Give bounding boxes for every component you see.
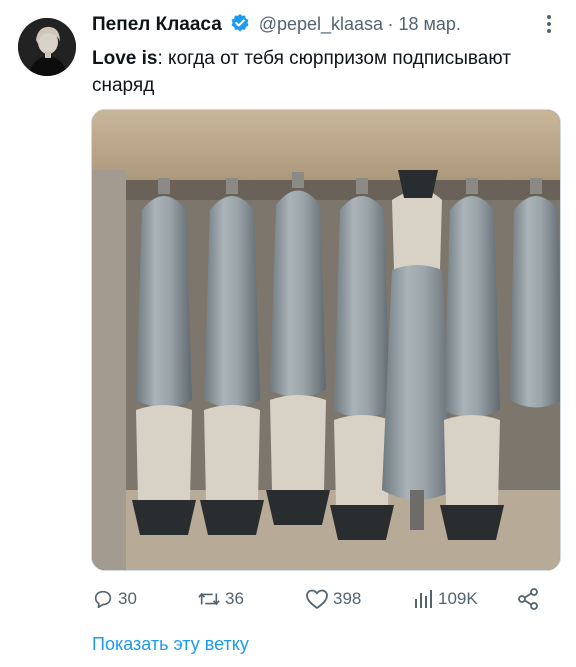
author-handle[interactable]: @pepel_klaasa xyxy=(259,14,383,34)
tweet-actions: 30 36 398 109K xyxy=(92,585,552,613)
reply-icon xyxy=(94,590,112,609)
show-thread-link[interactable]: Показать эту ветку xyxy=(92,634,249,655)
views-bar-chart-icon xyxy=(415,590,432,608)
verified-badge-icon xyxy=(230,13,250,38)
view-count: 109K xyxy=(438,589,478,608)
reply-count: 30 xyxy=(118,589,137,608)
tweet-header: Пепел Клааса @pepel_klaasa · 18 мар. xyxy=(92,13,546,41)
like-count: 398 xyxy=(333,589,362,608)
tweet-date[interactable]: · 18 мар. xyxy=(388,14,461,34)
heart-icon xyxy=(306,589,328,609)
share-button[interactable] xyxy=(516,585,544,613)
tweet-photo[interactable] xyxy=(91,109,561,571)
more-options-icon[interactable] xyxy=(546,14,552,37)
tweet-text-bold: Love is xyxy=(92,48,158,69)
reply-button[interactable]: 30 xyxy=(92,585,137,613)
like-button[interactable]: 398 xyxy=(305,585,361,613)
retweet-button[interactable]: 36 xyxy=(197,585,244,613)
tweet-text: Love is: когда от тебя сюрпризом подписы… xyxy=(92,45,532,99)
avatar[interactable] xyxy=(18,18,76,76)
share-icon xyxy=(518,588,538,610)
retweet-icon xyxy=(198,592,220,606)
author-name[interactable]: Пепел Клааса xyxy=(92,14,222,35)
views-button[interactable]: 109K xyxy=(412,585,478,613)
retweet-count: 36 xyxy=(225,589,244,608)
